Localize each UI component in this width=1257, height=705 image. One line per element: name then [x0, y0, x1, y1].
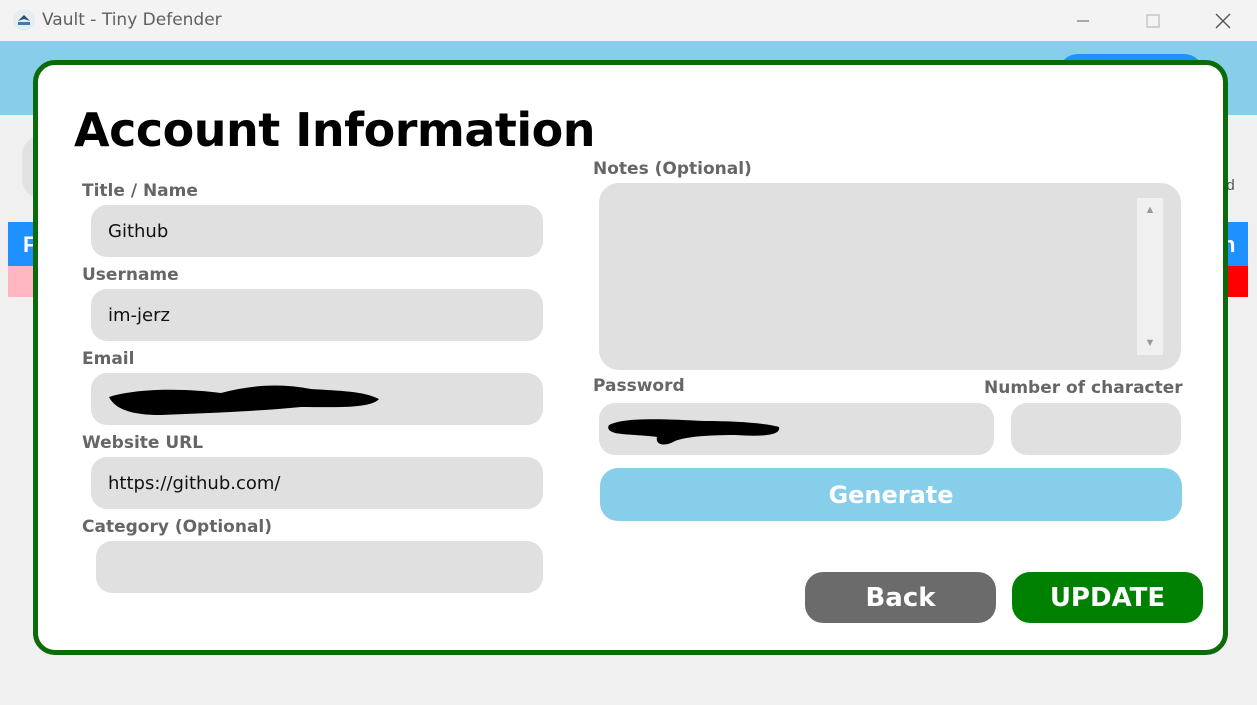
scroll-up-icon[interactable]: ▲: [1137, 200, 1163, 220]
username-input[interactable]: im-jerz: [91, 289, 543, 341]
website-label: Website URL: [82, 433, 204, 453]
scroll-down-icon[interactable]: ▼: [1137, 333, 1163, 353]
window-title: Vault - Tiny Defender: [42, 10, 222, 30]
redaction-scribble: [608, 419, 780, 445]
app-window: Vault - Tiny Defender n d ord F n Accoun…: [0, 0, 1257, 705]
close-icon[interactable]: [1188, 0, 1257, 41]
email-label: Email: [82, 349, 135, 369]
email-input[interactable]: [91, 373, 543, 425]
category-label: Category (Optional): [82, 517, 273, 537]
title-bar: Vault - Tiny Defender: [0, 0, 1257, 41]
update-button[interactable]: UPDATE: [1012, 572, 1203, 623]
generate-button[interactable]: Generate: [600, 468, 1182, 521]
title-input[interactable]: Github: [91, 205, 543, 257]
password-label: Password: [593, 376, 685, 396]
num-chars-input[interactable]: [1011, 403, 1181, 455]
maximize-icon[interactable]: [1118, 0, 1188, 41]
num-chars-label: Number of character: [984, 378, 1183, 398]
website-input[interactable]: https://github.com/: [91, 457, 543, 509]
account-info-modal: Account Information Title / Name Github …: [33, 60, 1228, 655]
title-label: Title / Name: [82, 181, 198, 201]
password-input[interactable]: [599, 403, 994, 455]
notes-textarea[interactable]: [599, 183, 1181, 370]
redaction-scribble: [109, 385, 379, 415]
modal-title: Account Information: [74, 103, 595, 157]
back-button[interactable]: Back: [805, 572, 996, 623]
minimize-icon[interactable]: [1048, 0, 1118, 41]
notes-scrollbar[interactable]: ▲ ▼: [1137, 198, 1163, 355]
notes-label: Notes (Optional): [593, 159, 752, 179]
category-input[interactable]: [96, 541, 543, 593]
username-label: Username: [82, 265, 179, 285]
app-logo-icon: [13, 9, 35, 31]
